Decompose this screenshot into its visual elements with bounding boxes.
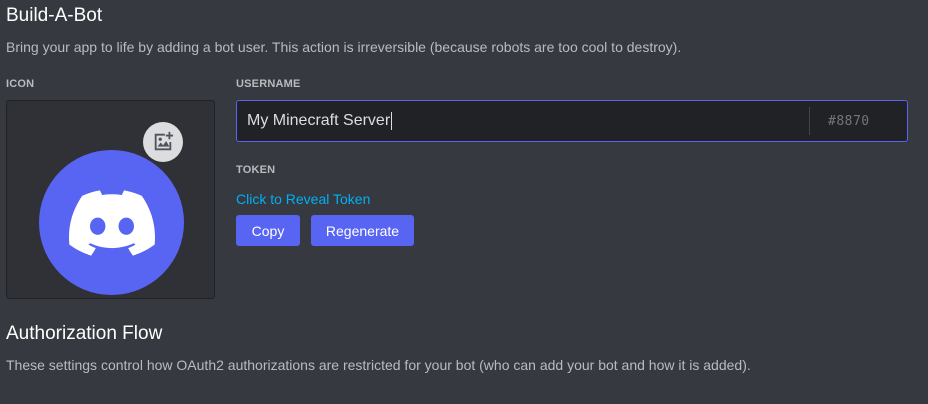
build-a-bot-description: Bring your app to life by adding a bot u…	[6, 39, 682, 55]
text-caret	[391, 112, 393, 130]
discriminator-tag: #8870	[809, 107, 907, 135]
username-field[interactable]: My Minecraft Server #8870	[236, 100, 908, 142]
discord-logo-icon	[68, 189, 155, 256]
bot-icon-uploader[interactable]	[6, 100, 215, 299]
icon-label: ICON	[6, 78, 35, 90]
build-a-bot-title: Build-A-Bot	[6, 5, 103, 26]
username-value: My Minecraft Server	[247, 112, 391, 129]
regenerate-button[interactable]: Regenerate	[311, 215, 414, 246]
copy-button[interactable]: Copy	[236, 215, 300, 246]
bot-avatar[interactable]	[39, 150, 184, 295]
username-input[interactable]: My Minecraft Server	[237, 101, 809, 141]
authorization-flow-title: Authorization Flow	[6, 323, 163, 344]
add-image-icon	[154, 131, 174, 151]
reveal-token-link[interactable]: Click to Reveal Token	[236, 189, 370, 209]
upload-image-button[interactable]	[143, 122, 183, 162]
authorization-flow-description: These settings control how OAuth2 author…	[6, 357, 751, 373]
username-label: USERNAME	[236, 78, 301, 90]
bot-settings-page: Build-A-Bot Bring your app to life by ad…	[0, 0, 928, 404]
token-label: TOKEN	[236, 164, 276, 176]
